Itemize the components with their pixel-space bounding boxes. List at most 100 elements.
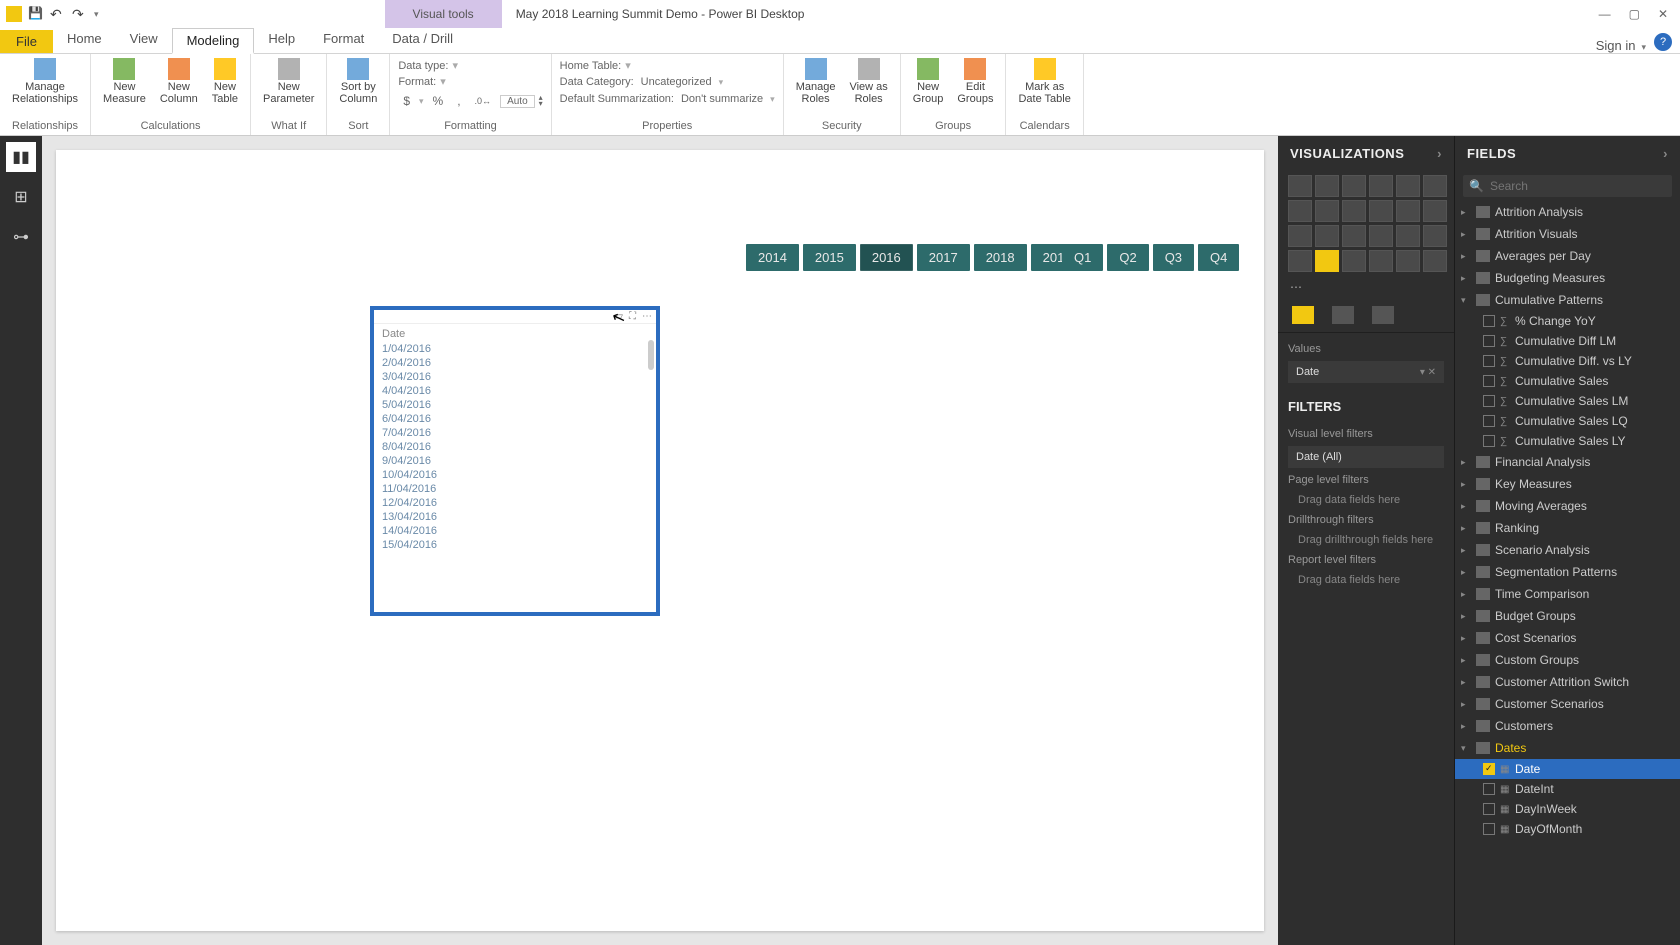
table-moving-averages[interactable]: ▸Moving Averages bbox=[1455, 495, 1680, 517]
expand-icon[interactable]: ▸ bbox=[1461, 229, 1471, 240]
viz-type-0[interactable] bbox=[1288, 175, 1312, 197]
quarter-button-q4[interactable]: Q4 bbox=[1198, 244, 1239, 271]
decimals-auto[interactable]: Auto bbox=[500, 95, 535, 108]
quarter-button-q2[interactable]: Q2 bbox=[1107, 244, 1148, 271]
checkbox[interactable] bbox=[1483, 395, 1495, 407]
table-attrition-visuals[interactable]: ▸Attrition Visuals bbox=[1455, 223, 1680, 245]
format-mode-tab[interactable] bbox=[1332, 306, 1354, 324]
edit-groups-button[interactable]: Edit Groups bbox=[953, 56, 997, 107]
expand-icon[interactable]: ▸ bbox=[1461, 501, 1471, 512]
field---change-yoy[interactable]: ∑% Change YoY bbox=[1455, 311, 1680, 331]
qat-dropdown-icon[interactable]: ▾ bbox=[94, 9, 99, 20]
values-well-date[interactable]: Date ▾ ✕ bbox=[1288, 361, 1444, 383]
expand-icon[interactable]: ▸ bbox=[1461, 655, 1471, 666]
maximize-icon[interactable]: ▢ bbox=[1629, 7, 1640, 21]
expand-icon[interactable]: ▸ bbox=[1461, 207, 1471, 218]
field-cumulative-diff--vs-ly[interactable]: ∑Cumulative Diff. vs LY bbox=[1455, 351, 1680, 371]
table-budgeting-measures[interactable]: ▸Budgeting Measures bbox=[1455, 267, 1680, 289]
checkbox[interactable] bbox=[1483, 355, 1495, 367]
undo-icon[interactable] bbox=[50, 6, 66, 22]
manage-relationships-button[interactable]: Manage Relationships bbox=[8, 56, 82, 107]
sign-in-link[interactable]: Sign in bbox=[1596, 38, 1642, 53]
viz-type-9[interactable] bbox=[1369, 200, 1393, 222]
new-column-button[interactable]: New Column bbox=[156, 56, 202, 107]
table-row[interactable]: 6/04/2016 bbox=[382, 412, 648, 426]
search-input[interactable] bbox=[1490, 179, 1666, 193]
viz-type-10[interactable] bbox=[1396, 200, 1420, 222]
field-dateint[interactable]: ▦DateInt bbox=[1455, 779, 1680, 799]
viz-type-2[interactable] bbox=[1342, 175, 1366, 197]
viz-collapse-icon[interactable]: › bbox=[1437, 146, 1442, 161]
redo-icon[interactable] bbox=[72, 6, 88, 22]
viz-type-23[interactable] bbox=[1423, 250, 1447, 272]
expand-icon[interactable]: ▸ bbox=[1461, 611, 1471, 622]
table-budget-groups[interactable]: ▸Budget Groups bbox=[1455, 605, 1680, 627]
checkbox[interactable] bbox=[1483, 435, 1495, 447]
year-button-2017[interactable]: 2017 bbox=[917, 244, 970, 271]
table-segmentation-patterns[interactable]: ▸Segmentation Patterns bbox=[1455, 561, 1680, 583]
default-sum-value[interactable]: Don't summarize bbox=[678, 92, 766, 106]
viz-type-6[interactable] bbox=[1288, 200, 1312, 222]
table-row[interactable]: 1/04/2016 bbox=[382, 342, 648, 356]
viz-type-16[interactable] bbox=[1396, 225, 1420, 247]
table-cumulative-patterns[interactable]: ▾Cumulative Patterns bbox=[1455, 289, 1680, 311]
table-row[interactable]: 5/04/2016 bbox=[382, 398, 648, 412]
expand-icon[interactable]: ▸ bbox=[1461, 479, 1471, 490]
analytics-mode-tab[interactable] bbox=[1372, 306, 1394, 324]
expand-icon[interactable]: ▸ bbox=[1461, 589, 1471, 600]
year-button-2016[interactable]: 2016 bbox=[860, 244, 913, 271]
table-row[interactable]: 4/04/2016 bbox=[382, 384, 648, 398]
field-cumulative-sales-lq[interactable]: ∑Cumulative Sales LQ bbox=[1455, 411, 1680, 431]
viz-type-5[interactable] bbox=[1423, 175, 1447, 197]
table-customer-attrition-switch[interactable]: ▸Customer Attrition Switch bbox=[1455, 671, 1680, 693]
expand-icon[interactable]: ▸ bbox=[1461, 273, 1471, 284]
viz-type-17[interactable] bbox=[1423, 225, 1447, 247]
field-date[interactable]: ▦Date bbox=[1455, 759, 1680, 779]
table-row[interactable]: 3/04/2016 bbox=[382, 370, 648, 384]
save-icon[interactable] bbox=[28, 6, 44, 22]
expand-icon[interactable]: ▸ bbox=[1461, 633, 1471, 644]
report-filters-drop[interactable]: Drag data fields here bbox=[1288, 570, 1444, 590]
new-parameter-button[interactable]: New Parameter bbox=[259, 56, 318, 107]
table-averages-per-day[interactable]: ▸Averages per Day bbox=[1455, 245, 1680, 267]
mark-date-table-button[interactable]: Mark as Date Table bbox=[1014, 56, 1074, 107]
close-icon[interactable]: ✕ bbox=[1658, 7, 1668, 21]
field-dayofmonth[interactable]: ▦DayOfMonth bbox=[1455, 819, 1680, 839]
table-ranking[interactable]: ▸Ranking bbox=[1455, 517, 1680, 539]
drillthrough-drop[interactable]: Drag drillthrough fields here bbox=[1288, 530, 1444, 550]
table-row[interactable]: 9/04/2016 bbox=[382, 454, 648, 468]
visual-scrollbar[interactable] bbox=[648, 340, 654, 370]
checkbox[interactable] bbox=[1483, 415, 1495, 427]
checkbox[interactable] bbox=[1483, 375, 1495, 387]
thousands-button[interactable]: , bbox=[452, 93, 465, 109]
expand-icon[interactable]: ▸ bbox=[1461, 523, 1471, 534]
checkbox[interactable] bbox=[1483, 823, 1495, 835]
table-financial-analysis[interactable]: ▸Financial Analysis bbox=[1455, 451, 1680, 473]
table-row[interactable]: 14/04/2016 bbox=[382, 524, 648, 538]
viz-type-18[interactable] bbox=[1288, 250, 1312, 272]
viz-type-1[interactable] bbox=[1315, 175, 1339, 197]
view-as-roles-button[interactable]: View as Roles bbox=[845, 56, 891, 107]
viz-type-8[interactable] bbox=[1342, 200, 1366, 222]
table-time-comparison[interactable]: ▸Time Comparison bbox=[1455, 583, 1680, 605]
filter-date-all[interactable]: Date (All) bbox=[1288, 446, 1444, 468]
field-cumulative-sales-lm[interactable]: ∑Cumulative Sales LM bbox=[1455, 391, 1680, 411]
viz-type-19[interactable] bbox=[1315, 250, 1339, 272]
page-filters-drop[interactable]: Drag data fields here bbox=[1288, 490, 1444, 510]
table-row[interactable]: 11/04/2016 bbox=[382, 482, 648, 496]
field-cumulative-diff-lm[interactable]: ∑Cumulative Diff LM bbox=[1455, 331, 1680, 351]
checkbox[interactable] bbox=[1483, 803, 1495, 815]
tab-modeling[interactable]: Modeling bbox=[172, 28, 255, 54]
viz-type-22[interactable] bbox=[1396, 250, 1420, 272]
table-row[interactable]: 12/04/2016 bbox=[382, 496, 648, 510]
report-canvas[interactable]: 201420152016201720182019 Q1Q2Q3Q4 ▱ ⛶ ⋯ … bbox=[56, 150, 1264, 931]
table-row[interactable]: 8/04/2016 bbox=[382, 440, 648, 454]
expand-icon[interactable]: ▸ bbox=[1461, 677, 1471, 688]
field-dayinweek[interactable]: ▦DayInWeek bbox=[1455, 799, 1680, 819]
well-chevron-icon[interactable]: ▾ ✕ bbox=[1420, 367, 1436, 378]
viz-type-15[interactable] bbox=[1369, 225, 1393, 247]
year-button-2015[interactable]: 2015 bbox=[803, 244, 856, 271]
table-customers[interactable]: ▸Customers bbox=[1455, 715, 1680, 737]
percent-button[interactable]: % bbox=[428, 93, 449, 109]
field-cumulative-sales[interactable]: ∑Cumulative Sales bbox=[1455, 371, 1680, 391]
